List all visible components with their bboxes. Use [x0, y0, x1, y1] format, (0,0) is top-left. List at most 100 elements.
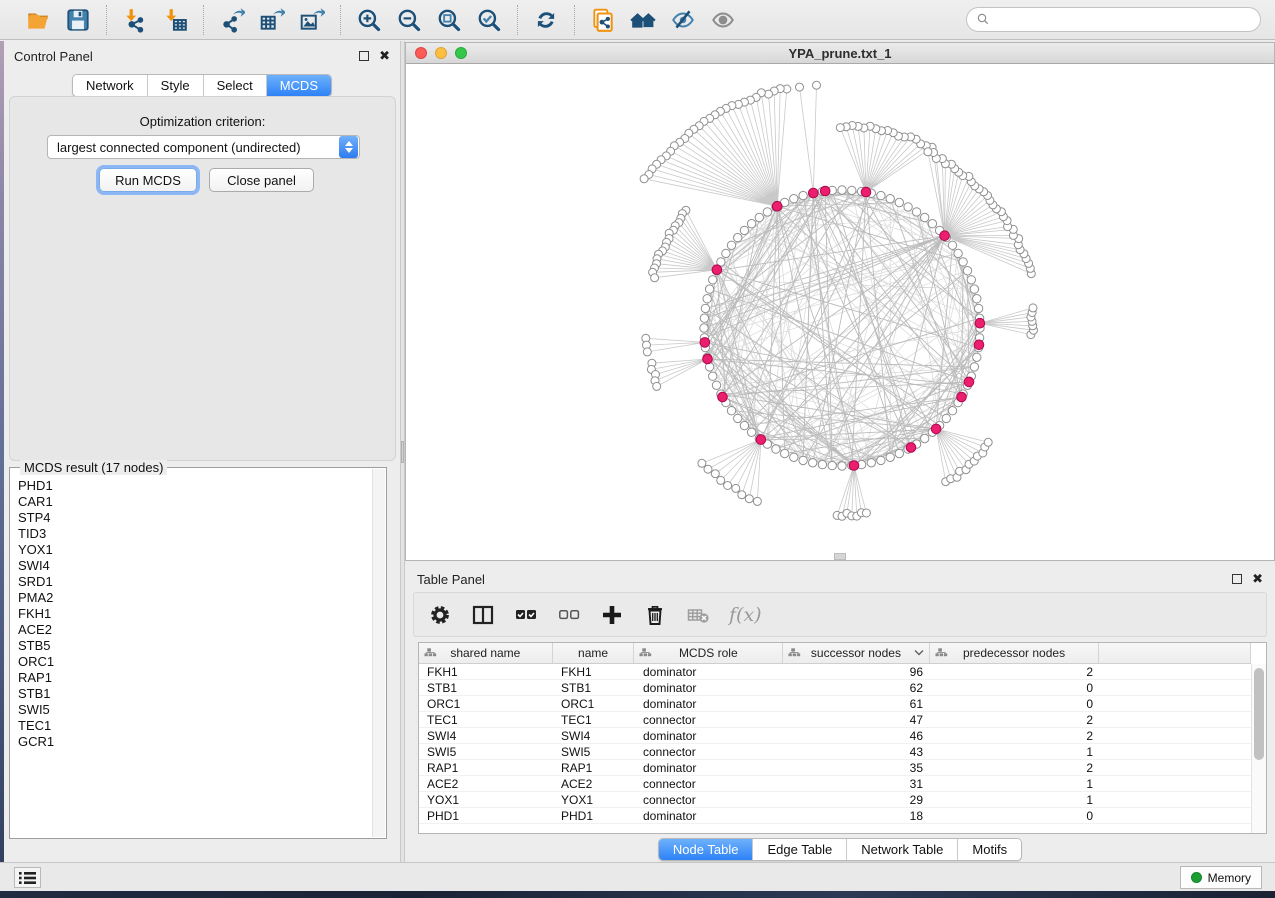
delete-table-button[interactable] [686, 602, 710, 628]
mcds-result-scrollbar[interactable] [372, 469, 385, 837]
function-builder-button[interactable]: f(x) [729, 602, 762, 628]
zoom-out-icon [396, 7, 422, 33]
hide-graphics-button[interactable] [669, 6, 697, 34]
close-panel-icon[interactable]: ✖ [379, 51, 390, 61]
optimization-criterion-dropdown[interactable]: largest connected component (undirected) [47, 135, 360, 159]
mcds-result-item[interactable]: FKH1 [18, 606, 372, 622]
column-tree-icon [639, 647, 652, 658]
tab-network[interactable]: Network [73, 75, 148, 96]
zoom-fit-button[interactable] [435, 6, 463, 34]
column-header-name[interactable]: name [553, 643, 635, 663]
mcds-result-item[interactable]: CAR1 [18, 494, 372, 510]
mcds-result-item[interactable]: SWI5 [18, 702, 372, 718]
memory-status-icon [1191, 872, 1202, 883]
mcds-result-item[interactable]: STP4 [18, 510, 372, 526]
mcds-result-item[interactable]: PHD1 [18, 478, 372, 494]
table-row[interactable]: STB1STB1dominator620 [419, 680, 1251, 696]
export-image-button[interactable] [298, 6, 326, 34]
table-row[interactable]: TEC1TEC1connector472 [419, 712, 1251, 728]
column-header-successor-nodes[interactable]: successor nodes [783, 643, 930, 663]
mcds-result-item[interactable]: ACE2 [18, 622, 372, 638]
export-network-button[interactable] [218, 6, 246, 34]
mcds-result-item[interactable]: RAP1 [18, 670, 372, 686]
table-row[interactable]: SWI5SWI5connector431 [419, 744, 1251, 760]
mcds-result-item[interactable]: GCR1 [18, 734, 372, 750]
export-image-icon [299, 7, 325, 33]
import-network-button[interactable] [121, 6, 149, 34]
tab-select[interactable]: Select [204, 75, 267, 96]
delete-column-button[interactable] [643, 602, 667, 628]
mcds-result-item[interactable]: PMA2 [18, 590, 372, 606]
mcds-result-item[interactable]: STB5 [18, 638, 372, 654]
mcds-result-item[interactable]: TID3 [18, 526, 372, 542]
open-file-button[interactable] [24, 6, 52, 34]
float-panel-icon[interactable] [359, 51, 369, 61]
tab-mcds[interactable]: MCDS [267, 75, 331, 96]
close-table-panel-icon[interactable]: ✖ [1252, 574, 1263, 584]
control-panel: Control Panel ✖ NetworkStyleSelectMCDS O… [4, 41, 400, 862]
import-network-icon [122, 7, 148, 33]
table-row[interactable]: PHD1PHD1dominator180 [419, 808, 1251, 824]
zoom-selected-icon [476, 7, 502, 33]
table-row[interactable]: ACE2ACE2connector311 [419, 776, 1251, 792]
refresh-button[interactable] [532, 6, 560, 34]
column-header-predecessor-nodes[interactable]: predecessor nodes [930, 643, 1100, 663]
mcds-result-item[interactable]: ORC1 [18, 654, 372, 670]
add-column-button[interactable] [600, 602, 624, 628]
task-history-button[interactable] [14, 867, 41, 888]
column-header-MCDS-role[interactable]: MCDS role [634, 643, 783, 663]
select-all-button[interactable] [514, 602, 538, 628]
column-header-shared-name[interactable]: shared name [419, 643, 553, 663]
mcds-result-item[interactable]: STB1 [18, 686, 372, 702]
network-overview-button[interactable] [629, 6, 657, 34]
table-row[interactable]: SWI4SWI4dominator462 [419, 728, 1251, 744]
search-input[interactable] [997, 13, 1251, 27]
table-scrollbar-thumb[interactable] [1254, 668, 1264, 760]
clone-network-icon [590, 7, 616, 33]
network-canvas[interactable] [406, 64, 1274, 560]
export-table-button[interactable] [258, 6, 286, 34]
optimization-criterion-label: Optimization criterion: [10, 114, 395, 129]
network-window-titlebar[interactable]: YPA_prune.txt_1 [406, 43, 1274, 64]
tab-style[interactable]: Style [148, 75, 204, 96]
clone-network-button[interactable] [589, 6, 617, 34]
select-all-icon [514, 603, 538, 627]
save-session-button[interactable] [64, 6, 92, 34]
split-view-button[interactable] [471, 602, 495, 628]
close-panel-button[interactable]: Close panel [209, 168, 314, 192]
table-row[interactable]: ORC1ORC1dominator610 [419, 696, 1251, 712]
right-column: YPA_prune.txt_1 Table Panel [405, 41, 1275, 862]
deselect-all-button[interactable] [557, 602, 581, 628]
mcds-result-item[interactable]: SRD1 [18, 574, 372, 590]
table-panel: Table Panel ✖ f(x) shared namenameMCDS r… [405, 565, 1275, 862]
memory-button[interactable]: Memory [1180, 866, 1262, 889]
add-column-icon [600, 603, 624, 627]
tab-network-table[interactable]: Network Table [847, 839, 958, 860]
table-row[interactable]: RAP1RAP1dominator352 [419, 760, 1251, 776]
zoom-out-button[interactable] [395, 6, 423, 34]
search-field[interactable] [966, 7, 1261, 32]
run-mcds-button[interactable]: Run MCDS [99, 168, 197, 192]
table-row[interactable]: YOX1YOX1connector291 [419, 792, 1251, 808]
table-row[interactable]: FKH1FKH1dominator962 [419, 664, 1251, 680]
tab-motifs[interactable]: Motifs [958, 839, 1021, 860]
zoom-in-button[interactable] [355, 6, 383, 34]
table-scrollbar[interactable] [1251, 664, 1266, 833]
import-table-button[interactable] [161, 6, 189, 34]
network-splitter-handle[interactable] [834, 553, 846, 560]
mcds-result-item[interactable]: SWI4 [18, 558, 372, 574]
tab-node-table[interactable]: Node Table [659, 839, 754, 860]
float-table-panel-icon[interactable] [1232, 574, 1242, 584]
export-table-icon [259, 7, 285, 33]
column-header-filler[interactable] [1099, 643, 1251, 663]
column-tree-icon [424, 647, 437, 658]
mcds-result-item[interactable]: YOX1 [18, 542, 372, 558]
splitter-handle[interactable] [401, 441, 404, 463]
settings-gear-button[interactable] [428, 602, 452, 628]
tab-edge-table[interactable]: Edge Table [753, 839, 847, 860]
mcds-result-item[interactable]: TEC1 [18, 718, 372, 734]
zoom-selected-button[interactable] [475, 6, 503, 34]
show-graphics-button[interactable] [709, 6, 737, 34]
mcds-result-list: PHD1CAR1STP4TID3YOX1SWI4SRD1PMA2FKH1ACE2… [11, 476, 372, 836]
deselect-all-icon [557, 603, 581, 627]
